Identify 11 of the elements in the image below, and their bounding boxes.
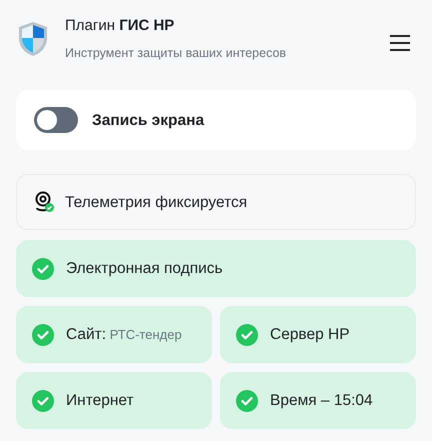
status-label: Сервер НР [270, 325, 350, 346]
recording-toggle[interactable] [34, 107, 78, 134]
app-title: Плагин ГИС НР [65, 16, 176, 36]
status-label: Сайт: РТС-тендер [66, 325, 182, 346]
status-label: Интернет [66, 391, 134, 412]
status-label: Время – 15:04 [270, 391, 373, 412]
shield-icon [17, 20, 49, 57]
telemetry-label: Телеметрия фиксируется [65, 192, 248, 213]
app-subtitle: Инструмент защиты ваших интересов [65, 44, 286, 62]
status-label: Электронная подпись [66, 259, 223, 280]
recording-label: Запись экрана [92, 110, 204, 131]
